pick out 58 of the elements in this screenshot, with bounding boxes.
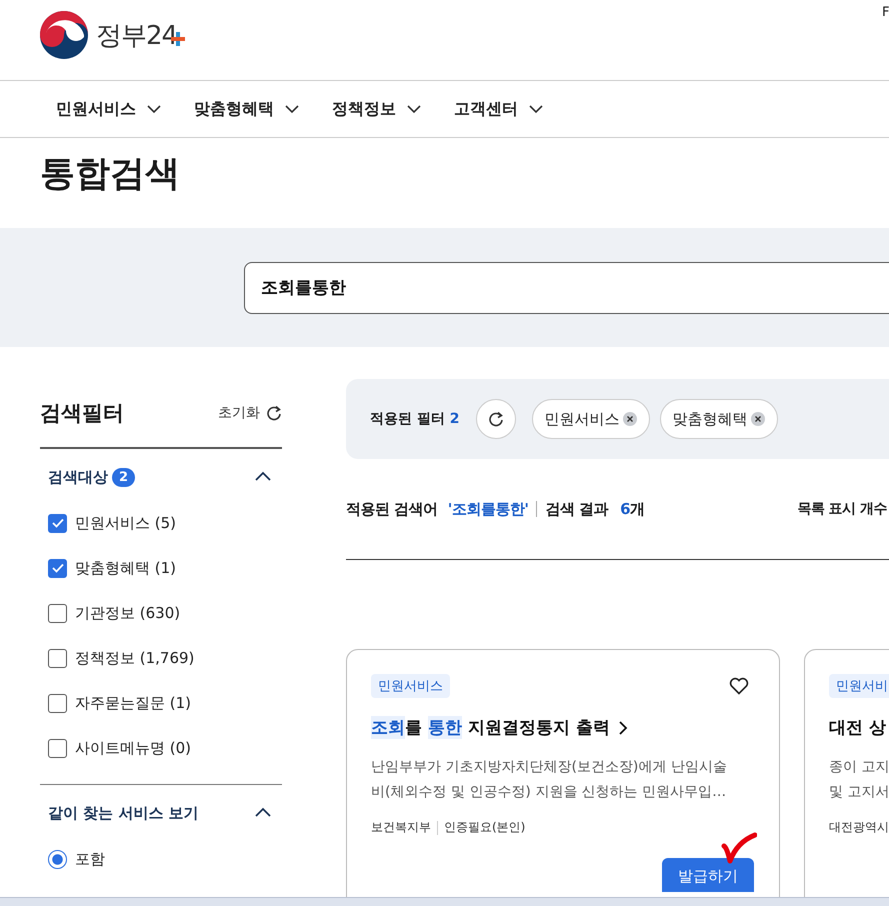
checkbox[interactable]	[48, 738, 67, 758]
option-label: 자주묻는질문 (1)	[75, 694, 192, 712]
close-icon	[750, 412, 764, 426]
description-text: 및 고지서	[829, 783, 889, 802]
check-icon	[52, 563, 64, 573]
option-label: 맞춤형혜택 (1)	[75, 558, 176, 578]
heart-icon[interactable]	[729, 677, 749, 695]
refresh-button[interactable]	[476, 399, 516, 439]
section-title: 검색대상	[48, 468, 108, 486]
filter-chip[interactable]: 민원서비스	[532, 399, 650, 439]
meta-text: 인증필요(본인)	[444, 819, 526, 836]
page-title: 통합검색	[40, 153, 181, 196]
search-term-label: 적용된 검색어	[346, 500, 438, 518]
header-text: F	[882, 5, 889, 20]
description-text: 난임부부가 기초지방자치단체장(보건소장)에게 난임시술	[371, 758, 728, 777]
category-tag: 민원서비	[829, 674, 889, 698]
result-label: 검색 결과	[545, 500, 608, 518]
page-size-label: 목록 표시 개수	[797, 500, 888, 518]
result-title-link[interactable]: 조회를 통한 지원결정통지 출력	[371, 716, 755, 739]
count-badge: 2	[112, 468, 136, 486]
description-text: 종이 고지	[829, 758, 889, 777]
checkbox[interactable]	[48, 558, 67, 578]
option-label: 민원서비스 (5)	[75, 514, 176, 532]
filter-title: 검색필터	[40, 400, 124, 427]
nav-menu-item[interactable]: 정책정보	[332, 98, 422, 120]
check-mark-icon	[721, 832, 757, 864]
option-label: 기관정보 (630)	[75, 604, 180, 622]
emblem-icon	[40, 11, 88, 59]
issue-button[interactable]: 발급하기	[662, 858, 754, 892]
logo-text[interactable]: 정부24	[96, 18, 178, 52]
checkbox[interactable]	[48, 648, 67, 668]
result-title-link[interactable]: 대전 상	[829, 716, 889, 739]
nav-menu-item[interactable]: 민원서비스	[56, 98, 162, 120]
close-icon	[622, 412, 636, 426]
radio-button[interactable]	[48, 850, 67, 868]
chevron-right-icon	[618, 720, 628, 736]
meta-text: 대전광역시	[829, 819, 889, 836]
section-title: 같이 찾는 서비스 보기	[48, 804, 199, 822]
search-term: '조회를통한'	[448, 500, 528, 518]
checkbox[interactable]	[48, 514, 67, 532]
nav-menu-item[interactable]: 고객센터	[454, 98, 544, 120]
option-label: 정책정보 (1,769)	[75, 648, 194, 668]
description-text: 비(체외수정 및 인공수정) 지원을 신청하는 민원사무입…	[371, 783, 728, 802]
refresh-icon	[488, 411, 504, 427]
meta-text: 보건복지부	[371, 819, 431, 836]
result-count: 6개	[620, 500, 645, 518]
refresh-icon	[266, 405, 282, 421]
filter-label: 적용된 필터 2	[370, 410, 460, 428]
checkbox[interactable]	[48, 694, 67, 712]
check-icon	[52, 518, 64, 528]
search-field[interactable]: 조회를통한	[244, 262, 889, 314]
option-label: 포함	[75, 850, 105, 868]
filter-chip[interactable]: 맞춤형혜택	[660, 399, 778, 439]
nav-menu-item[interactable]: 맞춤형혜택	[194, 98, 300, 120]
category-tag: 민원서비스	[371, 674, 450, 698]
reset-button[interactable]: 초기화	[218, 404, 282, 422]
option-label: 사이트메뉴명 (0)	[75, 738, 192, 758]
checkbox[interactable]	[48, 604, 67, 622]
